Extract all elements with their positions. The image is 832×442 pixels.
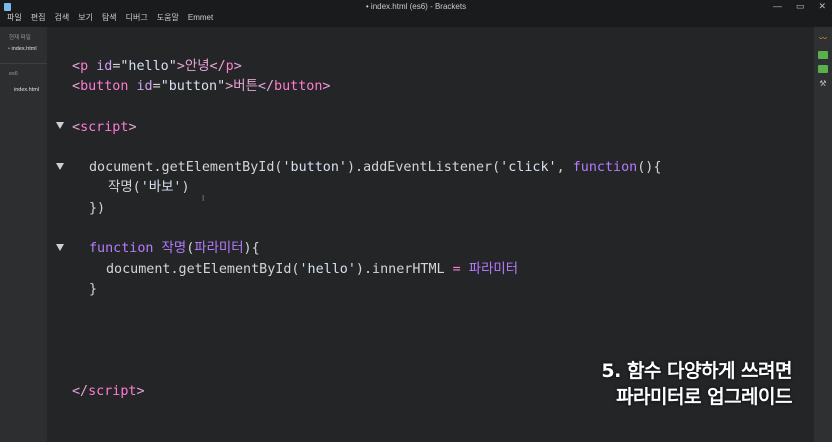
code-line-2: <button id="button">버튼</button> xyxy=(72,79,331,94)
code-line-3: <script> xyxy=(72,120,137,135)
window-title: • index.html (es6) - Brackets xyxy=(365,2,467,11)
menu-view[interactable]: 보기 xyxy=(78,13,93,23)
code-line-8: document.getElementById('hello').innerHT… xyxy=(106,262,519,277)
project-header[interactable]: es6 xyxy=(9,71,18,77)
code-line-9: } xyxy=(89,282,98,297)
code-line-4: document.getElementById('button').addEve… xyxy=(89,160,662,175)
title-bar: • index.html (es6) - Brackets — ▭ ✕ 파일 편… xyxy=(0,0,832,27)
menu-file[interactable]: 파일 xyxy=(7,13,22,23)
minimize-icon[interactable]: — xyxy=(773,1,782,12)
code-line-10: </script> xyxy=(72,384,145,399)
caption-line-1: 5. 함수 다양하게 쓰려면 xyxy=(601,360,792,382)
fold-arrow-icon[interactable] xyxy=(56,122,64,129)
code-line-1: <p id="hello">안녕</p> xyxy=(72,59,242,74)
menu-navigate[interactable]: 탐색 xyxy=(102,13,117,23)
project-file-item[interactable]: index.html xyxy=(14,87,39,93)
menu-bar: 파일 편집 검색 보기 탐색 디버그 도움말 Emmet xyxy=(7,13,213,23)
menu-edit[interactable]: 편집 xyxy=(31,13,46,23)
working-file-name: index.html xyxy=(11,46,37,52)
video-caption: 5. 함수 다양하게 쓰려면 파라미터로 업그레이드 xyxy=(601,358,792,410)
sidebar: 현재 파일 • index.html es6 index.html xyxy=(0,27,47,442)
hint-icon[interactable]: ⚒ xyxy=(818,80,828,88)
working-files-header[interactable]: 현재 파일 xyxy=(9,33,31,41)
live-preview-icon[interactable]: 〰 xyxy=(818,35,828,43)
menu-help[interactable]: 도움말 xyxy=(157,13,179,23)
working-file-item[interactable]: • index.html xyxy=(8,46,37,52)
fold-arrow-icon[interactable] xyxy=(56,244,64,251)
caption-line-2: 파라미터로 업그레이드 xyxy=(616,386,792,408)
extension-icon[interactable] xyxy=(818,65,828,73)
text-cursor-icon: I xyxy=(202,194,205,203)
menu-find[interactable]: 검색 xyxy=(54,13,69,23)
right-toolbar: 〰 ⚒ xyxy=(814,27,832,442)
code-line-5: 작명('바보') xyxy=(108,180,190,195)
code-line-6: }) xyxy=(89,201,106,216)
code-line-7: function 작명(파라미터){ xyxy=(89,241,260,256)
sidebar-divider xyxy=(0,63,47,64)
menu-debug[interactable]: 디버그 xyxy=(126,13,148,23)
maximize-icon[interactable]: ▭ xyxy=(796,1,805,12)
window-controls: — ▭ ✕ xyxy=(773,1,826,12)
menu-emmet[interactable]: Emmet xyxy=(188,13,213,23)
fold-arrow-icon[interactable] xyxy=(56,163,64,170)
modified-dot-icon: • xyxy=(8,46,10,52)
extension-manager-icon[interactable] xyxy=(818,51,828,59)
close-icon[interactable]: ✕ xyxy=(818,1,826,12)
